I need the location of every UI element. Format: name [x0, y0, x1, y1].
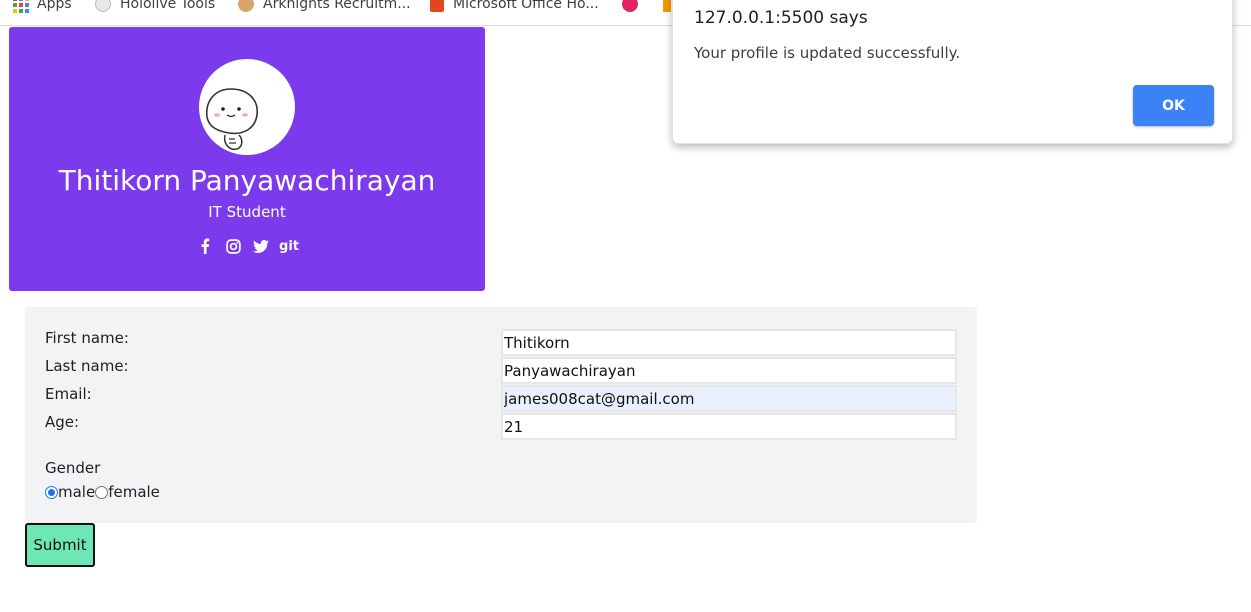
email-row: Email: [45, 385, 957, 413]
hololive-favicon [95, 0, 111, 12]
avatar-sticker-image [201, 88, 258, 155]
arknights-favicon [238, 0, 254, 12]
last-name-label: Last name: [45, 357, 129, 375]
github-icon: git [279, 238, 299, 254]
apps-grid-icon [12, 0, 29, 13]
gender-label: Gender [45, 459, 101, 477]
last-name-field[interactable] [501, 357, 957, 384]
github-link[interactable]: git [279, 236, 299, 256]
age-field[interactable] [501, 413, 957, 440]
ok-button[interactable]: OK [1133, 85, 1214, 126]
profile-name: Thitikorn Panyawachirayan [58, 164, 436, 197]
first-name-label: First name: [45, 329, 129, 347]
instagram-icon [225, 238, 241, 254]
dialog-message: Your profile is updated successfully. [694, 44, 961, 62]
gender-female-label[interactable]: female [108, 483, 160, 501]
bookmark-label: Arknights Recruitm... [263, 0, 411, 12]
profile-card: Thitikorn Panyawachirayan IT Student git [9, 27, 485, 291]
gender-female-radio[interactable] [95, 485, 109, 499]
first-name-field[interactable] [501, 329, 957, 356]
bookmark-apps[interactable]: Apps [12, 0, 72, 14]
site-favicon-orange [663, 0, 671, 12]
site-favicon-pink [622, 0, 638, 12]
bookmark-office[interactable]: Microsoft Office Ho... [430, 0, 599, 14]
email-field[interactable] [501, 385, 957, 412]
twitter-icon [253, 239, 269, 253]
submit-button[interactable]: Submit [25, 523, 95, 567]
facebook-icon [201, 238, 210, 254]
gender-male-radio[interactable] [45, 485, 58, 499]
dialog-title: 127.0.0.1:5500 says [694, 8, 868, 28]
gender-male-label[interactable]: male [58, 483, 95, 501]
profile-role: IT Student [208, 203, 286, 221]
avatar [199, 59, 295, 155]
bookmark-label: Microsoft Office Ho... [453, 0, 599, 12]
age-label: Age: [45, 413, 80, 431]
bookmark-label: Apps [37, 0, 72, 12]
instagram-link[interactable] [225, 236, 241, 256]
email-label: Email: [45, 385, 92, 403]
last-name-row: Last name: [45, 357, 957, 385]
social-links: git [9, 236, 485, 256]
bookmark-site-orange[interactable] [663, 0, 671, 14]
gender-options: male female [45, 483, 160, 501]
bookmark-label: Hololive Tools [120, 0, 216, 12]
twitter-link[interactable] [253, 236, 269, 256]
first-name-row: First name: [45, 329, 957, 357]
alert-dialog: 127.0.0.1:5500 says Your profile is upda… [672, 0, 1233, 144]
facebook-link[interactable] [197, 236, 213, 256]
bookmark-arknights[interactable]: Arknights Recruitm... [238, 0, 411, 14]
profile-form: First name: Last name: Email: Age: Gende… [25, 307, 977, 523]
office-favicon [430, 0, 444, 12]
bookmark-hololive[interactable]: Hololive Tools [95, 0, 215, 14]
age-row: Age: [45, 413, 957, 441]
bookmark-site-pink[interactable] [622, 0, 638, 14]
